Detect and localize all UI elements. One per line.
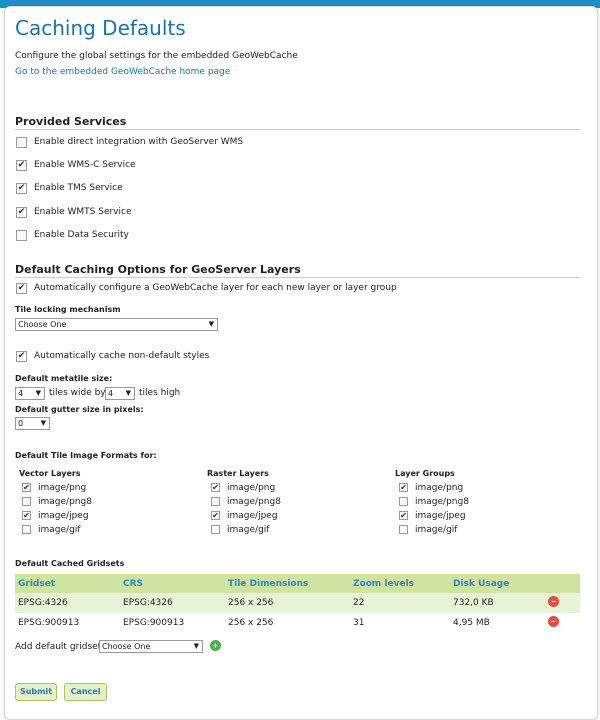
group-jpeg-checkbox[interactable]: ✔ xyxy=(399,511,408,520)
metatile-high-select[interactable]: 4 ▼ xyxy=(105,387,135,400)
gutter-label: Default gutter size in pixels: xyxy=(15,405,144,414)
tiles-wide-text: tiles wide by xyxy=(49,388,106,398)
chevron-down-icon: ▼ xyxy=(40,419,46,427)
group-png8-checkbox[interactable] xyxy=(399,497,408,506)
vector-layers-title: Vector Layers xyxy=(19,469,81,478)
gridset-cell: EPSG:900913 xyxy=(15,613,120,633)
dims-cell: 256 x 256 xyxy=(225,613,350,633)
wmts-service-checkbox[interactable]: ✔ xyxy=(16,207,27,218)
metatile-high-value: 4 xyxy=(108,389,114,398)
raster-png8-label: image/png8 xyxy=(227,497,281,507)
provided-services-heading: Provided Services xyxy=(15,115,127,128)
crs-cell: EPSG:900913 xyxy=(120,613,225,633)
wmsc-service-checkbox[interactable]: ✔ xyxy=(16,160,27,171)
chevron-down-icon: ▼ xyxy=(125,389,131,397)
gutter-select[interactable]: 0 ▼ xyxy=(15,417,50,430)
wms-integration-label: Enable direct integration with GeoServer… xyxy=(34,137,244,147)
column-header-actions xyxy=(545,574,580,593)
column-header-crs[interactable]: CRS xyxy=(120,574,225,593)
group-gif-checkbox[interactable] xyxy=(399,525,408,534)
raster-gif-label: image/gif xyxy=(227,525,270,535)
image-formats-heading: Default Tile Image Formats for: xyxy=(15,451,157,460)
metatile-wide-select[interactable]: 4 ▼ xyxy=(15,387,45,400)
raster-png8-checkbox[interactable] xyxy=(211,497,220,506)
raster-png-checkbox[interactable]: ✔ xyxy=(211,483,220,492)
table-row: EPSG:900913 EPSG:900913 256 x 256 31 4,9… xyxy=(15,613,580,633)
auto-configure-label: Automatically configure a GeoWebCache la… xyxy=(34,283,397,293)
column-header-gridset[interactable]: Gridset xyxy=(15,574,120,593)
column-header-zoom-levels[interactable]: Zoom levels xyxy=(350,574,450,593)
gutter-value: 0 xyxy=(18,419,24,428)
zoom-cell: 22 xyxy=(350,593,450,613)
remove-icon[interactable] xyxy=(548,596,559,607)
vector-jpeg-checkbox[interactable]: ✔ xyxy=(22,511,31,520)
chevron-down-icon: ▼ xyxy=(208,320,214,328)
auto-configure-checkbox[interactable]: ✔ xyxy=(16,283,27,294)
submit-button[interactable]: Submit xyxy=(15,683,57,701)
tile-locking-select[interactable]: Choose One ▼ xyxy=(15,318,218,331)
vector-gif-checkbox[interactable] xyxy=(22,525,31,534)
auto-styles-checkbox[interactable]: ✔ xyxy=(16,351,27,362)
zoom-cell: 31 xyxy=(350,613,450,633)
tms-service-label: Enable TMS Service xyxy=(34,183,123,193)
group-png-checkbox[interactable]: ✔ xyxy=(399,483,408,492)
vector-png-label: image/png xyxy=(38,483,87,493)
gridset-cell: EPSG:4326 xyxy=(15,593,120,613)
page-description: Configure the global settings for the em… xyxy=(15,51,298,61)
vector-gif-label: image/gif xyxy=(38,525,81,535)
tiles-high-text: tiles high xyxy=(139,388,181,398)
vector-png-checkbox[interactable]: ✔ xyxy=(22,483,31,492)
raster-gif-checkbox[interactable] xyxy=(211,525,220,534)
divider xyxy=(15,277,580,278)
page-title: Caching Defaults xyxy=(15,16,186,40)
tile-locking-value: Choose One xyxy=(18,320,67,329)
cancel-button[interactable]: Cancel xyxy=(64,683,107,701)
table-header-row: Gridset CRS Tile Dimensions Zoom levels … xyxy=(15,574,580,593)
divider xyxy=(15,129,580,130)
metatile-label: Default metatile size: xyxy=(15,374,113,383)
remove-icon[interactable] xyxy=(548,616,559,627)
dims-cell: 256 x 256 xyxy=(225,593,350,613)
column-header-disk-usage[interactable]: Disk Usage xyxy=(450,574,545,593)
wms-integration-checkbox[interactable] xyxy=(16,137,27,148)
column-header-tile-dimensions[interactable]: Tile Dimensions xyxy=(225,574,350,593)
add-gridset-select[interactable]: Choose One ▼ xyxy=(99,640,203,653)
raster-jpeg-checkbox[interactable]: ✔ xyxy=(211,511,220,520)
raster-jpeg-label: image/jpeg xyxy=(227,511,278,521)
caching-options-heading: Default Caching Options for GeoServer La… xyxy=(15,263,301,276)
crs-cell: EPSG:4326 xyxy=(120,593,225,613)
wmts-service-label: Enable WMTS Service xyxy=(34,207,132,217)
metatile-wide-value: 4 xyxy=(18,389,24,398)
tile-locking-label: Tile locking mechanism xyxy=(15,305,121,314)
gridsets-table: Gridset CRS Tile Dimensions Zoom levels … xyxy=(15,574,580,633)
gridsets-heading: Default Cached Gridsets xyxy=(15,559,125,568)
add-icon[interactable] xyxy=(210,640,221,651)
data-security-checkbox[interactable] xyxy=(16,230,27,241)
disk-cell: 732,0 KB xyxy=(450,593,545,613)
data-security-label: Enable Data Security xyxy=(34,230,129,240)
chevron-down-icon: ▼ xyxy=(35,389,41,397)
table-row: EPSG:4326 EPSG:4326 256 x 256 22 732,0 K… xyxy=(15,593,580,613)
add-gridset-value: Choose One xyxy=(102,642,151,651)
raster-png-label: image/png xyxy=(227,483,276,493)
remove-cell xyxy=(545,613,580,633)
disk-cell: 4,95 MB xyxy=(450,613,545,633)
wmsc-service-label: Enable WMS-C Service xyxy=(34,160,136,170)
auto-styles-label: Automatically cache non-default styles xyxy=(34,351,210,361)
vector-png8-label: image/png8 xyxy=(38,497,92,507)
layer-groups-title: Layer Groups xyxy=(395,469,455,478)
vector-jpeg-label: image/jpeg xyxy=(38,511,89,521)
chevron-down-icon: ▼ xyxy=(193,642,199,650)
vector-png8-checkbox[interactable] xyxy=(22,497,31,506)
gwc-home-link[interactable]: Go to the embedded GeoWebCache home page xyxy=(15,67,230,77)
group-png-label: image/png xyxy=(415,483,464,493)
tms-service-checkbox[interactable]: ✔ xyxy=(16,183,27,194)
raster-layers-title: Raster Layers xyxy=(207,469,269,478)
group-gif-label: image/gif xyxy=(415,525,458,535)
remove-cell xyxy=(545,593,580,613)
add-gridset-label: Add default gridset xyxy=(15,642,102,652)
group-jpeg-label: image/jpeg xyxy=(415,511,466,521)
group-png8-label: image/png8 xyxy=(415,497,469,507)
